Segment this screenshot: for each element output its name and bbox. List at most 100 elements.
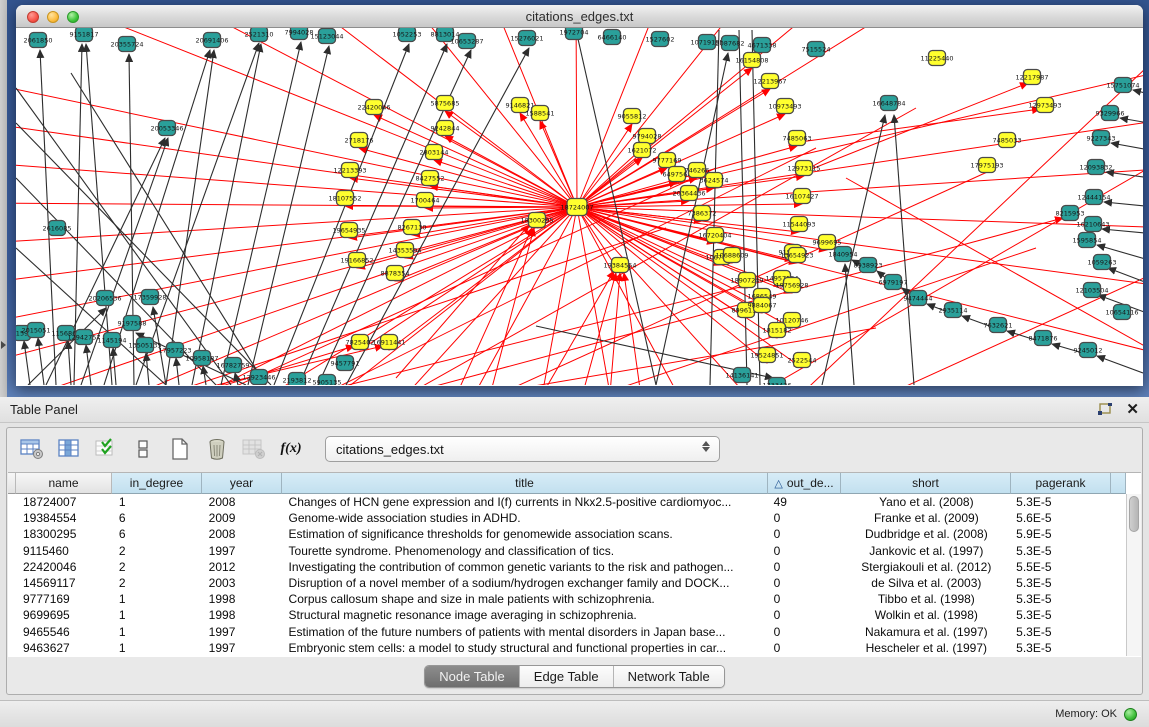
column-header-name[interactable]: name <box>16 473 112 494</box>
table-scrollbar[interactable] <box>1126 494 1141 656</box>
table-row[interactable]: 1938455462009Genome-wide association stu… <box>8 510 1126 526</box>
graph-node[interactable]: 16154808 <box>735 53 768 68</box>
graph-node[interactable]: 1527602 <box>646 32 675 47</box>
graph-node[interactable]: 2061850 <box>24 33 53 48</box>
graph-node[interactable]: 2522544 <box>788 353 817 368</box>
graph-node[interactable]: 12213967 <box>753 74 786 89</box>
select-columns-icon[interactable] <box>93 437 119 461</box>
graph-node[interactable]: 17359928 <box>133 290 166 305</box>
table-row[interactable]: 946362711997Embryonic stem cells: a mode… <box>8 640 1126 656</box>
graph-node[interactable]: 7485063 <box>783 131 812 146</box>
graph-node[interactable]: 2616085 <box>43 221 72 236</box>
tab-node-table[interactable]: Node Table <box>425 666 520 687</box>
function-builder-icon[interactable]: f(x) <box>278 437 304 461</box>
graph-node[interactable]: 15123044 <box>310 29 343 44</box>
graph-node[interactable]: 20206536 <box>88 291 121 306</box>
column-header-gutter[interactable] <box>8 473 16 494</box>
column-header-in_degree[interactable]: in_degree <box>112 473 202 494</box>
graph-node[interactable]: 1733426 <box>763 378 792 386</box>
graph-node[interactable]: 10973493 <box>768 99 801 114</box>
graph-node[interactable]: 12217987 <box>1015 70 1048 85</box>
graph-node[interactable]: 14136141 <box>725 368 758 383</box>
column-header-pagerank[interactable]: pagerank <box>1011 473 1111 494</box>
zoom-window-icon[interactable] <box>67 11 79 23</box>
table-options-icon[interactable] <box>19 437 45 461</box>
table-panel-title: Table Panel <box>10 402 78 417</box>
table-row[interactable]: 1872400712008Changes of HCN gene express… <box>8 494 1126 510</box>
citation-network-graph[interactable]: 2061850 9151817 20355724 20691406 2521310 799… <box>16 28 1143 385</box>
graph-node[interactable]: 7515524 <box>802 42 831 57</box>
table-scrollbar-thumb[interactable] <box>1129 496 1139 532</box>
graph-node[interactable]: 9151817 <box>70 28 99 42</box>
graph-node[interactable]: 6979197 <box>879 275 908 290</box>
table-row[interactable]: 911546021997Tourette syndrome. Phenomeno… <box>8 543 1126 559</box>
graph-node[interactable]: 11544093 <box>782 217 815 232</box>
memory-status-indicator-icon[interactable] <box>1124 708 1137 721</box>
graph-node[interactable]: 18107552 <box>328 191 361 206</box>
table-selector-dropdown[interactable]: citations_edges.txt <box>325 436 720 462</box>
graph-node[interactable]: 20691406 <box>195 33 228 48</box>
graph-node[interactable]: 20355724 <box>110 37 143 52</box>
row-height-icon[interactable] <box>130 437 156 461</box>
graph-node[interactable]: 2521310 <box>245 28 274 42</box>
graph-node[interactable]: 18907249 <box>730 273 763 288</box>
table-row[interactable]: 2242004622012Investigating the contribut… <box>8 559 1126 575</box>
table-row[interactable]: 946554611997Estimation of the future num… <box>8 624 1126 640</box>
graph-node[interactable]: 7485033 <box>993 133 1022 148</box>
network-graph-canvas[interactable]: 2061850 9151817 20355724 20691406 2521310 799… <box>16 28 1143 385</box>
graph-node[interactable]: 16782759 <box>216 358 249 373</box>
graph-node[interactable]: 12973115 <box>787 161 820 176</box>
column-header-year[interactable]: year <box>202 473 282 494</box>
table-row[interactable]: 1456911722003Disruption of a novel membe… <box>8 575 1126 591</box>
graph-node[interactable]: 5875685 <box>431 96 460 111</box>
column-header-short[interactable]: short <box>841 473 1011 494</box>
graph-node[interactable]: 8427552 <box>416 171 445 186</box>
panel-collapse-arrow-icon[interactable] <box>1 341 6 349</box>
graph-node[interactable]: 7632621 <box>984 318 1013 333</box>
graph-node[interactable]: 8267130 <box>398 220 427 235</box>
delete-column-icon[interactable] <box>204 437 230 461</box>
graph-node[interactable]: 16107427 <box>785 189 818 204</box>
graph-node[interactable]: 8938923 <box>854 258 883 273</box>
close-panel-icon[interactable]: ✕ <box>1126 402 1139 417</box>
graph-node[interactable]: 9055812 <box>618 109 647 124</box>
graph-node[interactable]: 6466140 <box>598 30 627 45</box>
graph-node[interactable]: 1972704 <box>560 28 589 40</box>
table-row[interactable]: 977716911998Corpus callosum shape and si… <box>8 591 1126 607</box>
minimize-window-icon[interactable] <box>47 11 59 23</box>
graph-node[interactable]: 9794028 <box>633 129 662 144</box>
close-window-icon[interactable] <box>27 11 39 23</box>
network-view-window[interactable]: citations_edges.txt 2061850 9151817 203557… <box>16 5 1143 386</box>
graph-node[interactable]: 19384554 <box>603 258 636 273</box>
graph-node[interactable]: 2193812 <box>283 373 312 386</box>
graph-node[interactable]: 8878354 <box>381 266 410 281</box>
graph-node[interactable]: 17975193 <box>970 158 1003 173</box>
column-header-title[interactable]: title <box>282 473 768 494</box>
graph-node[interactable]: 8471876 <box>1029 331 1058 346</box>
table-row[interactable]: 1830029562008Estimation of significance … <box>8 526 1126 542</box>
graph-node[interactable]: 1052253 <box>393 28 422 42</box>
graph-node[interactable]: 11225440 <box>920 51 953 66</box>
graph-node[interactable]: 12103504 <box>1075 283 1108 298</box>
graph-node[interactable]: 15276021 <box>510 31 543 46</box>
graph-node[interactable]: 20364436 <box>672 186 705 201</box>
graph-node[interactable]: 9777169 <box>653 153 682 168</box>
column-header-filler[interactable] <box>1111 473 1126 494</box>
create-column-icon[interactable] <box>167 437 193 461</box>
table-panel-titlebar[interactable]: Table Panel ✕ <box>0 397 1149 423</box>
graph-node[interactable]: 5905135 <box>313 375 342 386</box>
column-header-out_degree[interactable]: △out_de... <box>768 473 841 494</box>
tab-network-table[interactable]: Network Table <box>614 666 724 687</box>
graph-node[interactable]: 7994028 <box>285 28 314 40</box>
graph-node[interactable]: 10654116 <box>1105 305 1138 320</box>
tab-edge-table[interactable]: Edge Table <box>520 666 614 687</box>
graph-node[interactable]: 16648784 <box>872 96 905 111</box>
graph-node[interactable]: 19524851 <box>750 348 783 363</box>
table-row[interactable]: 969969511998Structural magnetic resonanc… <box>8 607 1126 623</box>
graph-node[interactable]: 1059263 <box>1088 255 1117 270</box>
show-columns-icon[interactable] <box>56 437 82 461</box>
graph-node[interactable]: 20053346 <box>150 121 183 136</box>
graph-node[interactable]: 9245012 <box>1074 343 1103 358</box>
network-window-titlebar[interactable]: citations_edges.txt <box>16 5 1143 28</box>
float-panel-icon[interactable] <box>1097 403 1112 416</box>
